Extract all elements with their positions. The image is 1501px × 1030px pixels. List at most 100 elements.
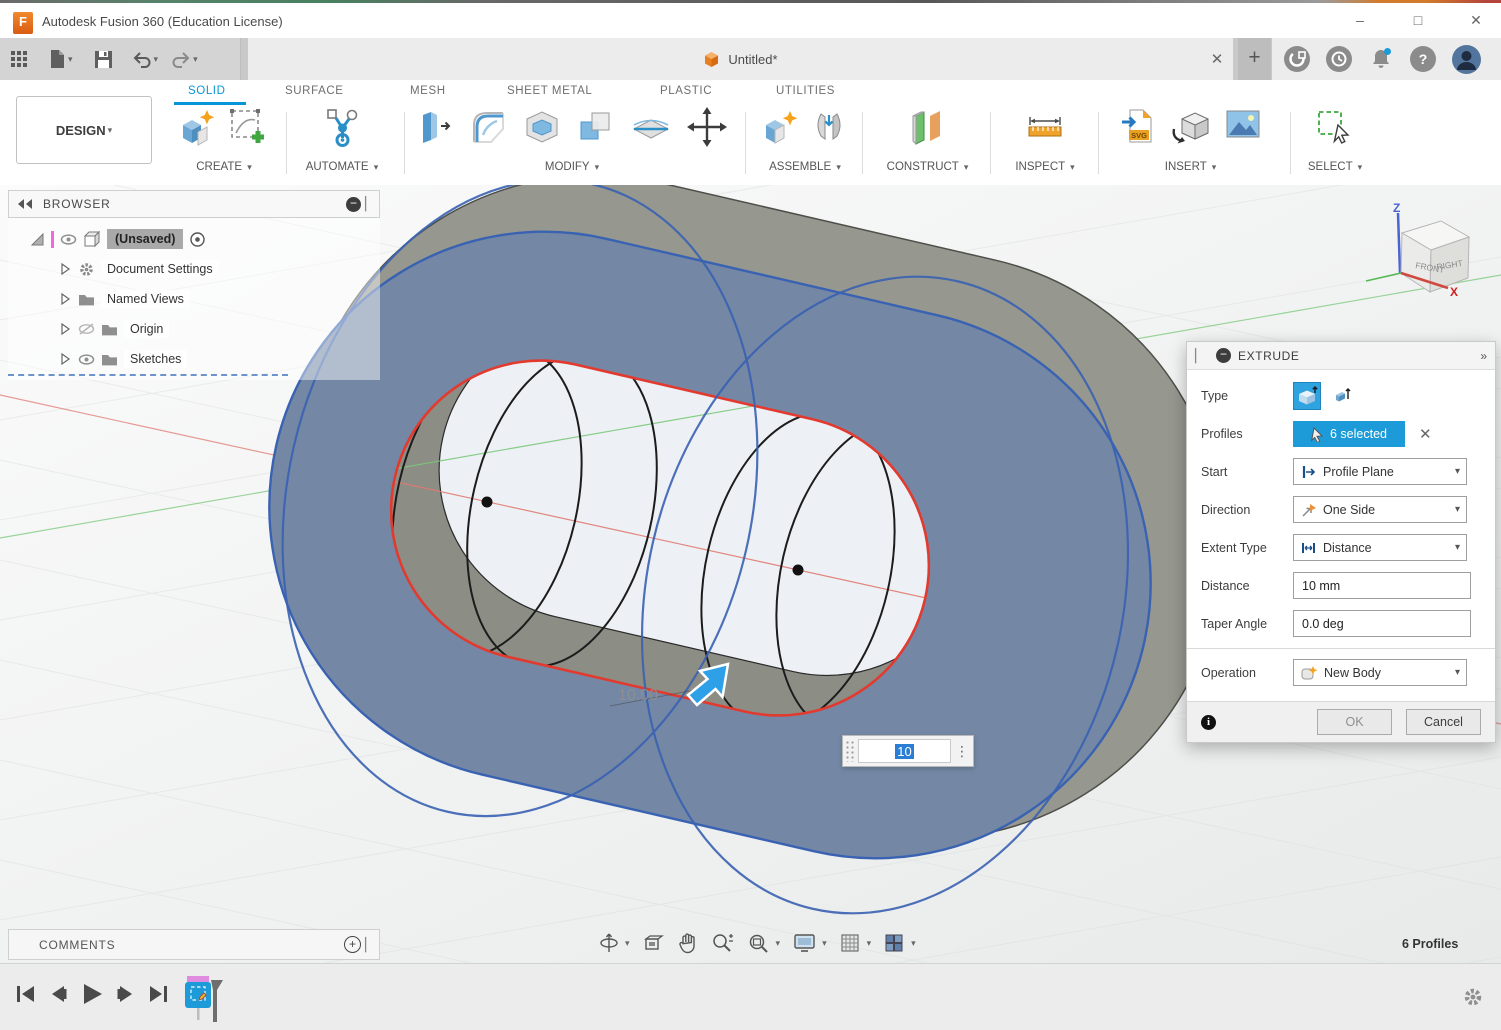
browser-header[interactable]: BROWSER − ▏ xyxy=(8,190,380,218)
viewports-tool[interactable]: ▾ xyxy=(884,933,916,953)
select-icon[interactable] xyxy=(1314,107,1356,149)
help-icon[interactable]: ? xyxy=(1410,46,1436,72)
maximize-button[interactable]: □ xyxy=(1403,7,1433,33)
timeline-sketch-feature[interactable] xyxy=(183,974,227,1029)
group-label-select[interactable]: SELECT ▾ xyxy=(1295,161,1375,173)
measure-icon[interactable] xyxy=(1025,107,1065,147)
tab-surface[interactable]: SURFACE xyxy=(285,85,344,97)
group-label-insert[interactable]: INSERT ▾ xyxy=(1108,161,1273,173)
sketch-point-right[interactable] xyxy=(793,565,804,576)
step-back-button[interactable] xyxy=(47,983,69,1005)
new-component-icon[interactable] xyxy=(764,107,800,147)
group-label-construct[interactable]: CONSTRUCT ▾ xyxy=(880,161,975,173)
browser-item-named-views[interactable]: Named Views xyxy=(8,284,380,314)
tab-utilities[interactable]: UTILITIES xyxy=(776,85,835,97)
browser-item-sketches[interactable]: Sketches xyxy=(8,344,288,376)
automate-icon[interactable] xyxy=(321,107,363,149)
group-label-assemble[interactable]: ASSEMBLE ▾ xyxy=(755,161,855,173)
construction-plane-icon[interactable] xyxy=(908,107,948,149)
panel-minimize-icon[interactable]: − xyxy=(346,197,361,212)
group-label-automate[interactable]: AUTOMATE ▾ xyxy=(297,161,387,173)
redo-button[interactable]: ▾ xyxy=(171,51,198,68)
document-tab[interactable]: Untitled* xyxy=(248,38,1233,80)
play-button[interactable] xyxy=(80,982,104,1006)
fillet-icon[interactable] xyxy=(469,107,507,147)
split-body-icon[interactable] xyxy=(631,107,671,147)
step-forward-button[interactable] xyxy=(115,983,137,1005)
visibility-off-eye-icon[interactable] xyxy=(78,322,95,336)
user-avatar[interactable] xyxy=(1452,45,1481,74)
extensions-icon[interactable] xyxy=(1284,46,1310,72)
dialog-dock-icon[interactable]: » xyxy=(1480,349,1487,363)
dialog-grip[interactable]: ▏ xyxy=(1195,348,1205,364)
profiles-selection-button[interactable]: 6 selected xyxy=(1293,421,1405,447)
go-to-end-button[interactable] xyxy=(148,983,170,1005)
combine-icon[interactable] xyxy=(577,107,615,147)
tab-plastic[interactable]: PLASTIC xyxy=(660,85,712,97)
insert-mesh-icon[interactable] xyxy=(1170,107,1210,147)
dialog-minimize-icon[interactable]: − xyxy=(1216,348,1231,363)
new-tab-button[interactable]: + xyxy=(1238,38,1271,80)
app-grid-icon[interactable] xyxy=(10,50,29,69)
manipulator-distance-input[interactable]: 10 xyxy=(858,739,951,763)
kebab-menu-icon[interactable]: ⋮ xyxy=(951,743,973,760)
activate-radio-icon[interactable] xyxy=(189,231,206,248)
viewport[interactable]: 10.00 Z FRONT RIGHT X BROWSER xyxy=(0,185,1501,963)
close-button[interactable]: ✕ xyxy=(1461,7,1491,33)
collapse-panel-icon[interactable] xyxy=(17,198,33,210)
save-icon[interactable] xyxy=(94,50,113,69)
extrude-dialog-header[interactable]: ▏ − EXTRUDE » xyxy=(1187,342,1495,370)
start-dropdown[interactable]: Profile Plane ▾ xyxy=(1293,458,1467,485)
minimize-button[interactable]: – xyxy=(1345,7,1375,33)
tab-mesh[interactable]: MESH xyxy=(410,85,446,97)
sketch-point-left[interactable] xyxy=(482,497,493,508)
insert-canvas-icon[interactable] xyxy=(1224,107,1262,143)
fit-zoom-tool[interactable]: ▾ xyxy=(747,932,781,954)
expand-arrow-icon[interactable] xyxy=(58,292,72,306)
extrude-type-normal-button[interactable] xyxy=(1293,382,1321,410)
group-label-inspect[interactable]: INSPECT ▾ xyxy=(1005,161,1085,173)
workspace-selector[interactable]: DESIGN ▾ xyxy=(16,96,152,164)
joint-icon[interactable] xyxy=(812,107,846,147)
view-cube[interactable]: Z FRONT RIGHT X xyxy=(1366,201,1469,299)
browser-item-origin[interactable]: Origin xyxy=(8,314,380,344)
root-expand-icon[interactable] xyxy=(30,232,45,247)
group-label-create[interactable]: CREATE ▾ xyxy=(168,161,280,173)
direction-dropdown[interactable]: One Side ▾ xyxy=(1293,496,1467,523)
browser-root-row[interactable]: (Unsaved) xyxy=(8,224,380,254)
file-menu-button[interactable]: ▾ xyxy=(48,49,73,69)
ok-button[interactable]: OK xyxy=(1317,709,1392,735)
distance-input[interactable]: 10 mm xyxy=(1293,572,1471,599)
visibility-eye-icon[interactable] xyxy=(78,353,95,366)
insert-svg-icon[interactable]: SVG xyxy=(1120,107,1156,149)
create-sketch-icon[interactable] xyxy=(228,107,268,147)
move-copy-icon[interactable] xyxy=(687,107,727,147)
extent-type-dropdown[interactable]: Distance ▾ xyxy=(1293,534,1467,561)
look-at-tool[interactable] xyxy=(643,933,665,953)
comments-panel[interactable]: COMMENTS + ▏ xyxy=(8,929,380,960)
press-pull-icon[interactable] xyxy=(417,107,453,147)
job-status-clock-icon[interactable] xyxy=(1326,46,1352,72)
extrude-type-thin-button[interactable] xyxy=(1329,382,1357,410)
expand-arrow-icon[interactable] xyxy=(58,322,72,336)
document-root-label[interactable]: (Unsaved) xyxy=(107,229,183,249)
shell-icon[interactable] xyxy=(523,107,561,147)
undo-button[interactable]: ▾ xyxy=(132,51,159,68)
orbit-tool[interactable]: ▾ xyxy=(598,932,630,954)
info-icon[interactable]: i xyxy=(1201,715,1216,730)
timeline-settings-gear-icon[interactable] xyxy=(1462,986,1484,1013)
new-body-create-icon[interactable] xyxy=(180,107,218,147)
tab-sheet-metal[interactable]: SHEET METAL xyxy=(507,85,592,97)
go-to-start-button[interactable] xyxy=(14,983,36,1005)
notifications-bell-icon[interactable] xyxy=(1368,46,1394,72)
expand-arrow-icon[interactable] xyxy=(58,352,72,366)
visibility-eye-icon[interactable] xyxy=(60,233,77,246)
cancel-button[interactable]: Cancel xyxy=(1406,709,1481,735)
zoom-tool[interactable] xyxy=(711,932,734,954)
clear-selection-icon[interactable]: ✕ xyxy=(1419,425,1432,443)
drag-handle[interactable] xyxy=(845,740,856,762)
group-label-modify[interactable]: MODIFY ▾ xyxy=(412,161,732,173)
grid-snap-tool[interactable]: ▾ xyxy=(840,933,872,953)
panel-grip[interactable]: ▏ xyxy=(365,196,375,212)
taper-angle-input[interactable]: 0.0 deg xyxy=(1293,610,1471,637)
